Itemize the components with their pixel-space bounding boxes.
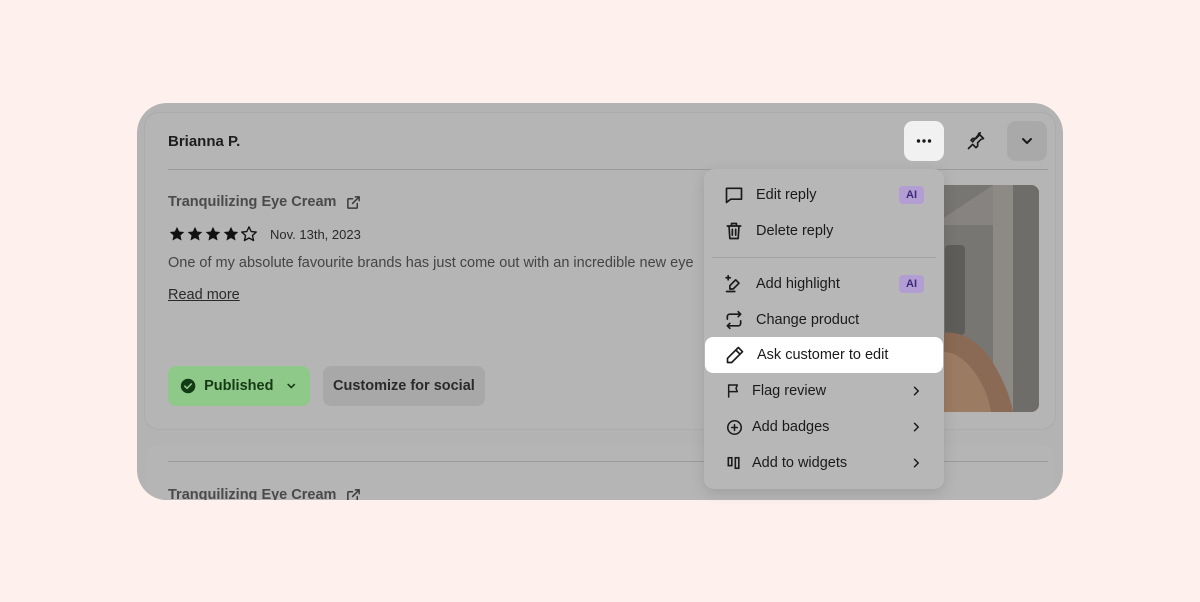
- chevron-right-icon: [910, 457, 922, 469]
- star-empty-icon: [241, 226, 257, 242]
- review-actions-menu: Edit reply AI Delete reply Add highlight…: [704, 169, 944, 489]
- menu-item-label: Add highlight: [756, 276, 840, 292]
- check-circle-icon: [180, 378, 196, 394]
- menu-item-label: Change product: [756, 312, 860, 328]
- reviewer-name: Brianna P.: [168, 133, 241, 150]
- read-more-link[interactable]: Read more: [168, 287, 240, 303]
- menu-item-delete-reply[interactable]: Delete reply: [704, 213, 944, 249]
- plus-circle-icon: [724, 417, 744, 437]
- menu-item-add-highlight[interactable]: Add highlight AI: [704, 266, 944, 302]
- review-body: One of my absolute favourite brands has …: [168, 255, 694, 271]
- chevron-right-icon: [910, 421, 922, 433]
- menu-item-ask-customer-to-edit[interactable]: Ask customer to edit: [705, 337, 943, 373]
- review-date: Nov. 13th, 2023: [270, 226, 361, 242]
- review-photo-image: [933, 185, 1039, 412]
- external-link-icon[interactable]: [346, 488, 361, 500]
- star-filled-icon: [187, 226, 203, 241]
- menu-item-label: Edit reply: [756, 187, 817, 203]
- external-link-icon[interactable]: [346, 195, 361, 210]
- status-dropdown-button[interactable]: Published: [168, 366, 310, 406]
- trash-icon: [724, 221, 744, 241]
- product-link[interactable]: Tranquilizing Eye Cream: [168, 194, 361, 210]
- menu-item-label: Flag review: [752, 383, 827, 399]
- ai-badge: AI: [899, 275, 924, 293]
- chevron-down-icon: [1022, 138, 1032, 144]
- product-link[interactable]: Tranquilizing Eye Cream: [168, 487, 361, 500]
- menu-item-label: Add badges: [752, 419, 830, 435]
- widgets-icon: [724, 453, 744, 473]
- status-label: Published: [204, 378, 274, 394]
- menu-item-label: Add to widgets: [752, 455, 848, 471]
- menu-item-edit-reply[interactable]: Edit reply AI: [704, 177, 944, 213]
- star-filled-icon: [169, 226, 185, 241]
- ai-badge: AI: [899, 186, 924, 204]
- customize-for-social-button[interactable]: Customize for social: [323, 366, 485, 406]
- collapse-button[interactable]: [1007, 121, 1047, 161]
- menu-item-flag-review[interactable]: Flag review: [704, 373, 944, 409]
- more-options-button[interactable]: [904, 121, 944, 161]
- chevron-right-icon: [910, 385, 922, 397]
- pin-icon: [967, 131, 985, 150]
- menu-item-label: Delete reply: [756, 223, 834, 239]
- star-filled-icon: [223, 226, 239, 241]
- menu-item-label: Ask customer to edit: [757, 347, 889, 363]
- flag-icon: [724, 381, 744, 401]
- more-horizontal-icon: [916, 139, 932, 143]
- star-filled-icon: [205, 226, 221, 241]
- pin-button[interactable]: [956, 121, 996, 161]
- message-square-icon: [724, 185, 744, 205]
- product-name: Tranquilizing Eye Cream: [168, 487, 337, 500]
- highlighter-icon: [724, 274, 744, 294]
- menu-item-add-badges[interactable]: Add badges: [704, 409, 944, 445]
- menu-item-add-to-widgets[interactable]: Add to widgets: [704, 445, 944, 481]
- pencil-icon: [725, 345, 745, 365]
- product-name: Tranquilizing Eye Cream: [168, 194, 337, 210]
- menu-divider: [712, 257, 936, 258]
- review-photo[interactable]: [933, 185, 1039, 412]
- chevron-down-icon: [287, 383, 296, 389]
- menu-item-change-product[interactable]: Change product: [704, 302, 944, 338]
- swap-icon: [724, 310, 744, 330]
- star-rating: Nov. 13th, 2023: [168, 225, 361, 243]
